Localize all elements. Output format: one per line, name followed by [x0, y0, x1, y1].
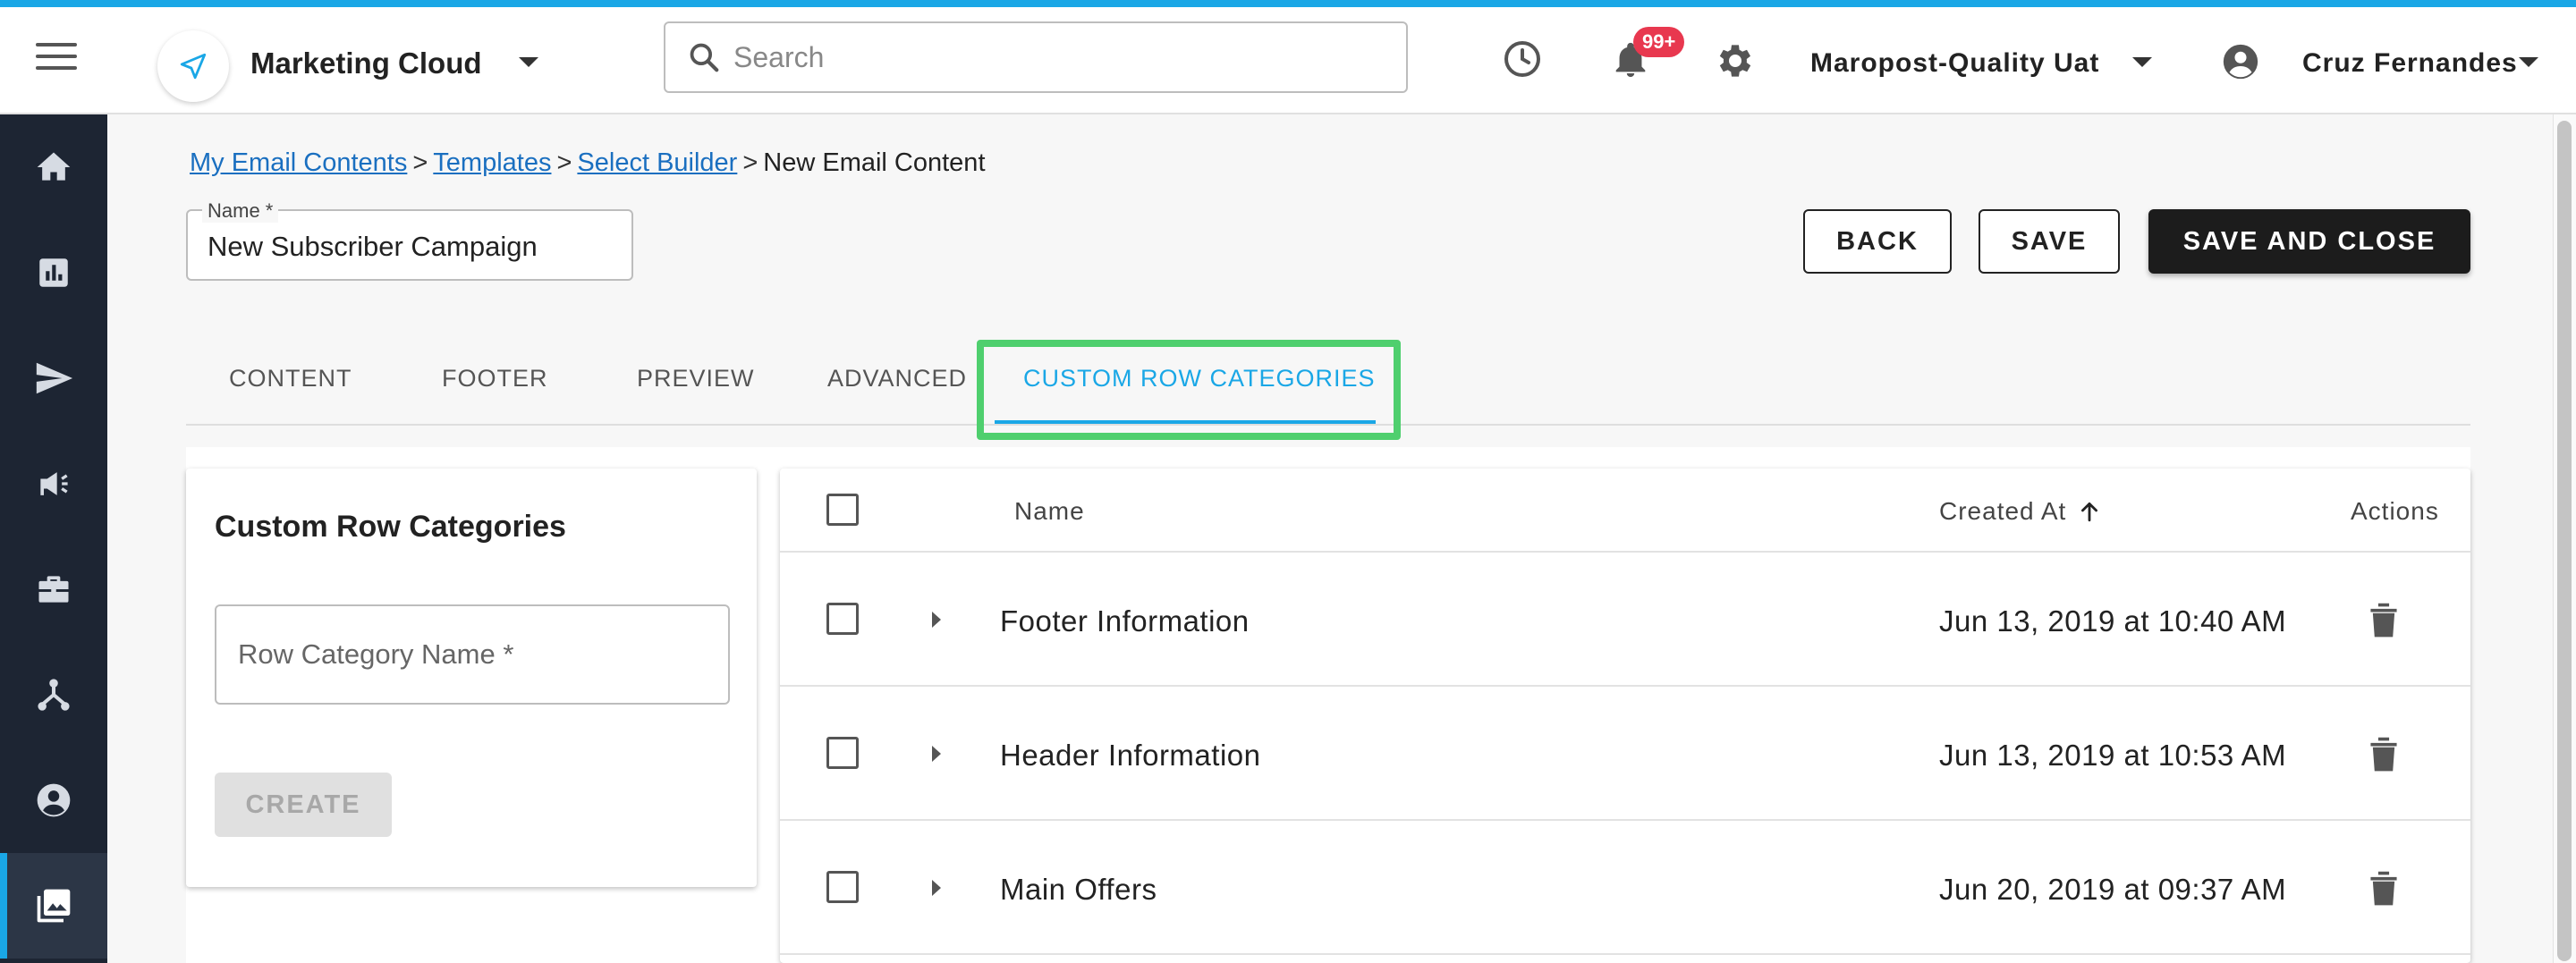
- column-header-created-at-label: Created At: [1939, 497, 2067, 525]
- row-divider: [780, 819, 2470, 821]
- page-scrollbar-thumb[interactable]: [2557, 121, 2572, 961]
- account-caret-icon[interactable]: [2132, 57, 2152, 67]
- sidebar-item-reports[interactable]: [0, 220, 107, 325]
- column-header-actions: Actions: [2351, 497, 2439, 525]
- breadcrumb-separator: >: [556, 148, 572, 177]
- app-logo[interactable]: [157, 30, 229, 102]
- select-all-checkbox[interactable]: [826, 494, 859, 526]
- breadcrumb-select-builder[interactable]: Select Builder: [577, 148, 737, 177]
- expand-row-icon[interactable]: [932, 746, 941, 762]
- row-checkbox[interactable]: [826, 871, 859, 903]
- column-header-name[interactable]: Name: [1014, 497, 1085, 526]
- tab-content[interactable]: CONTENT: [229, 365, 352, 393]
- content-library-icon: [37, 889, 71, 923]
- breadcrumb: My Email Contents > Templates > Select Build…: [190, 148, 986, 178]
- breadcrumb-my-email-contents[interactable]: My Email Contents: [190, 148, 407, 177]
- sidebar-item-campaigns[interactable]: [0, 431, 107, 536]
- row-category-name-field[interactable]: [215, 604, 730, 705]
- save-button[interactable]: SAVE: [1979, 209, 2120, 274]
- campaign-icon: [40, 472, 68, 495]
- delete-trash-icon[interactable]: [2368, 599, 2399, 640]
- row-category-name-input[interactable]: [238, 638, 703, 671]
- column-header-created-at[interactable]: Created At: [1939, 497, 2101, 526]
- user-menu[interactable]: Cruz Fernandes: [2302, 48, 2518, 79]
- tab-advanced[interactable]: ADVANCED: [827, 365, 967, 393]
- breadcrumb-separator: >: [412, 148, 428, 177]
- sidebar-item-content-library[interactable]: [0, 853, 107, 959]
- navigation-arrow-icon: [180, 53, 207, 80]
- user-avatar-icon[interactable]: [2220, 41, 2261, 82]
- sidebar-item-home[interactable]: [0, 114, 107, 220]
- briefcase-icon: [38, 576, 69, 603]
- breadcrumb-templates[interactable]: Templates: [433, 148, 551, 177]
- row-created-at: Jun 13, 2019 at 10:40 AM: [1939, 604, 2287, 638]
- sidebar: [0, 114, 107, 963]
- top-accent-stripe: [0, 0, 2576, 7]
- row-checkbox[interactable]: [826, 603, 859, 635]
- breadcrumb-separator: >: [742, 148, 758, 177]
- row-name: Footer Information: [1000, 604, 1250, 638]
- history-clock-icon[interactable]: [1501, 38, 1544, 80]
- row-created-at: Jun 13, 2019 at 10:53 AM: [1939, 739, 2287, 772]
- tab-preview[interactable]: PREVIEW: [637, 365, 755, 393]
- app-title[interactable]: Marketing Cloud: [250, 46, 482, 80]
- user-caret-icon[interactable]: [2519, 57, 2538, 67]
- row-name: Main Offers: [1000, 873, 1157, 906]
- tab-footer[interactable]: FOOTER: [442, 365, 548, 393]
- search-box[interactable]: [664, 21, 1408, 93]
- tab-highlight-box: [977, 340, 1401, 440]
- settings-gear-icon[interactable]: [1714, 39, 1757, 82]
- custom-row-category-title: Custom Row Categories: [215, 510, 566, 544]
- breadcrumb-current: New Email Content: [763, 148, 986, 177]
- save-and-close-button[interactable]: SAVE AND CLOSE: [2148, 209, 2470, 274]
- create-button: CREATE: [215, 773, 392, 837]
- hamburger-menu-icon[interactable]: [36, 43, 77, 75]
- app-switcher-caret-icon[interactable]: [519, 57, 538, 67]
- top-bar: Marketing Cloud 99+ Maropost-Quality Uat…: [0, 7, 2576, 114]
- home-icon: [37, 152, 71, 181]
- row-divider: [780, 685, 2470, 687]
- reports-icon: [39, 258, 68, 287]
- sidebar-item-contacts[interactable]: [0, 748, 107, 853]
- send-icon: [36, 362, 73, 394]
- search-icon: [690, 43, 719, 72]
- delete-trash-icon[interactable]: [2368, 733, 2399, 774]
- expand-row-icon[interactable]: [932, 612, 941, 628]
- expand-row-icon[interactable]: [932, 880, 941, 896]
- name-field-value[interactable]: New Subscriber Campaign: [208, 231, 538, 263]
- row-checkbox[interactable]: [826, 737, 859, 769]
- name-field-label: Name *: [202, 199, 279, 223]
- back-button[interactable]: BACK: [1803, 209, 1952, 274]
- journey-icon: [38, 679, 70, 711]
- row-name: Header Information: [1000, 739, 1261, 772]
- row-divider: [780, 953, 2470, 955]
- sort-ascending-arrow-icon: [2081, 502, 2098, 522]
- search-input[interactable]: [733, 40, 1360, 74]
- row-created-at: Jun 20, 2019 at 09:37 AM: [1939, 873, 2287, 906]
- delete-trash-icon[interactable]: [2368, 867, 2399, 908]
- contacts-icon: [37, 783, 71, 817]
- sidebar-item-send[interactable]: [0, 325, 107, 431]
- account-selector[interactable]: Maropost-Quality Uat: [1810, 48, 2099, 79]
- row-divider: [780, 551, 2470, 553]
- notification-badge: 99+: [1633, 27, 1685, 57]
- sidebar-item-business[interactable]: [0, 536, 107, 642]
- sidebar-item-journeys[interactable]: [0, 642, 107, 748]
